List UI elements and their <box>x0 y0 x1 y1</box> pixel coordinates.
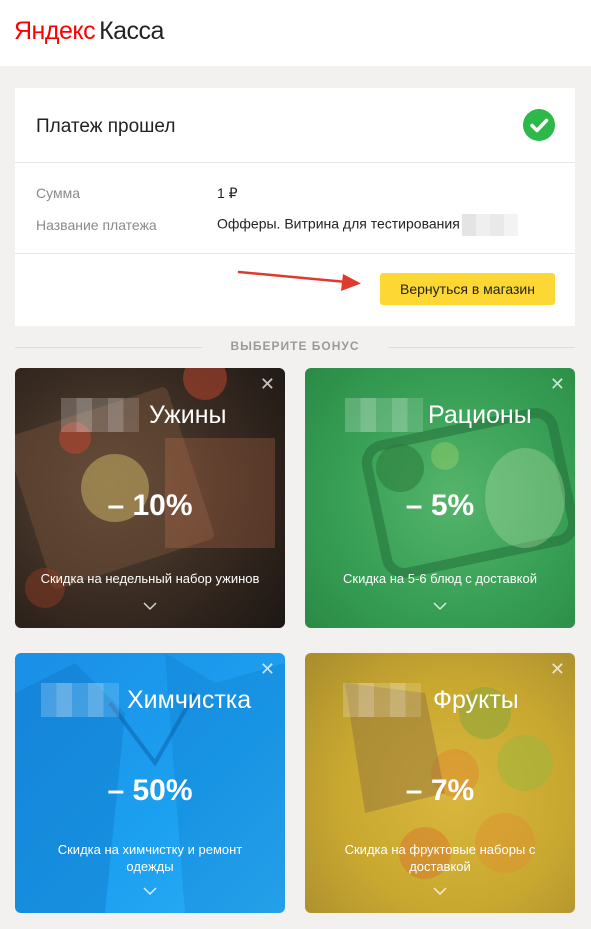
tile-discount: – 50% <box>107 774 193 807</box>
bonus-tile-dry-cleaning[interactable]: ✕ Химчистка – 50% Скидка на химчистку и … <box>15 653 285 913</box>
payment-name-value: Офферы. Витрина для тестирования <box>217 215 460 232</box>
tile-name: Фрукты <box>433 686 519 714</box>
bonus-separator: ВЫБЕРИТЕ БОНУС <box>15 337 575 357</box>
payment-name-row: Офферы. Витрина для тестирования <box>217 214 518 236</box>
tile-name: Химчистка <box>127 686 252 714</box>
chevron-down-icon[interactable] <box>143 887 157 896</box>
chevron-down-icon[interactable] <box>143 602 157 611</box>
bonus-heading: ВЫБЕРИТЕ БОНУС <box>230 339 360 353</box>
tile-description: Скидка на химчистку и ремонт одежды <box>57 842 243 874</box>
tile-description: Скидка на фруктовые наборы с доставкой <box>344 842 536 874</box>
redacted-logo <box>343 683 421 717</box>
tile-name: Рационы <box>428 401 532 429</box>
redacted-text <box>461 214 518 236</box>
chevron-down-icon[interactable] <box>433 887 447 896</box>
redacted-logo <box>41 683 119 717</box>
logo-kassa: Касса <box>99 17 164 45</box>
amount-label: Сумма <box>36 185 80 201</box>
tile-discount: – 10% <box>107 489 193 522</box>
return-to-shop-button[interactable]: Вернуться в магазин <box>380 273 555 305</box>
close-icon[interactable]: ✕ <box>550 374 565 394</box>
close-icon[interactable]: ✕ <box>260 374 275 394</box>
chevron-down-icon[interactable] <box>433 602 447 611</box>
tile-description: Скидка на 5-6 блюд с доставкой <box>343 571 537 586</box>
header: Яндекс Касса <box>0 0 591 66</box>
bonus-tile-dinners[interactable]: ✕ Ужины – 10% Скидка на недельный набор … <box>15 368 285 628</box>
payment-name-label: Название платежа <box>36 217 157 233</box>
payment-status-title: Платеж прошел <box>36 116 176 137</box>
tile-discount: – 5% <box>405 489 475 522</box>
red-arrow-icon <box>237 270 361 291</box>
tile-description: Скидка на недельный набор ужинов <box>40 571 260 586</box>
amount-value: 1 ₽ <box>217 185 238 201</box>
close-icon[interactable]: ✕ <box>260 659 275 679</box>
redacted-logo <box>61 398 139 432</box>
redacted-logo <box>345 398 423 432</box>
payment-card: Платеж прошел Сумма 1 ₽ Название платежа… <box>15 88 575 326</box>
logo-yandex: Яндекс <box>14 17 96 45</box>
success-check-icon <box>523 109 555 141</box>
tile-discount: – 7% <box>405 774 475 807</box>
divider <box>15 162 575 163</box>
close-icon[interactable]: ✕ <box>550 659 565 679</box>
bonus-tile-rations[interactable]: ✕ Рационы – 5% Скидка на 5-6 блюд с дост… <box>305 368 575 628</box>
tile-name: Ужины <box>149 401 227 429</box>
divider <box>15 253 575 254</box>
yandex-kassa-logo[interactable]: Яндекс Касса <box>14 16 164 46</box>
divider <box>388 347 575 348</box>
bonus-tile-fruits[interactable]: ✕ Фрукты – 7% Скидка на фруктовые наборы… <box>305 653 575 913</box>
